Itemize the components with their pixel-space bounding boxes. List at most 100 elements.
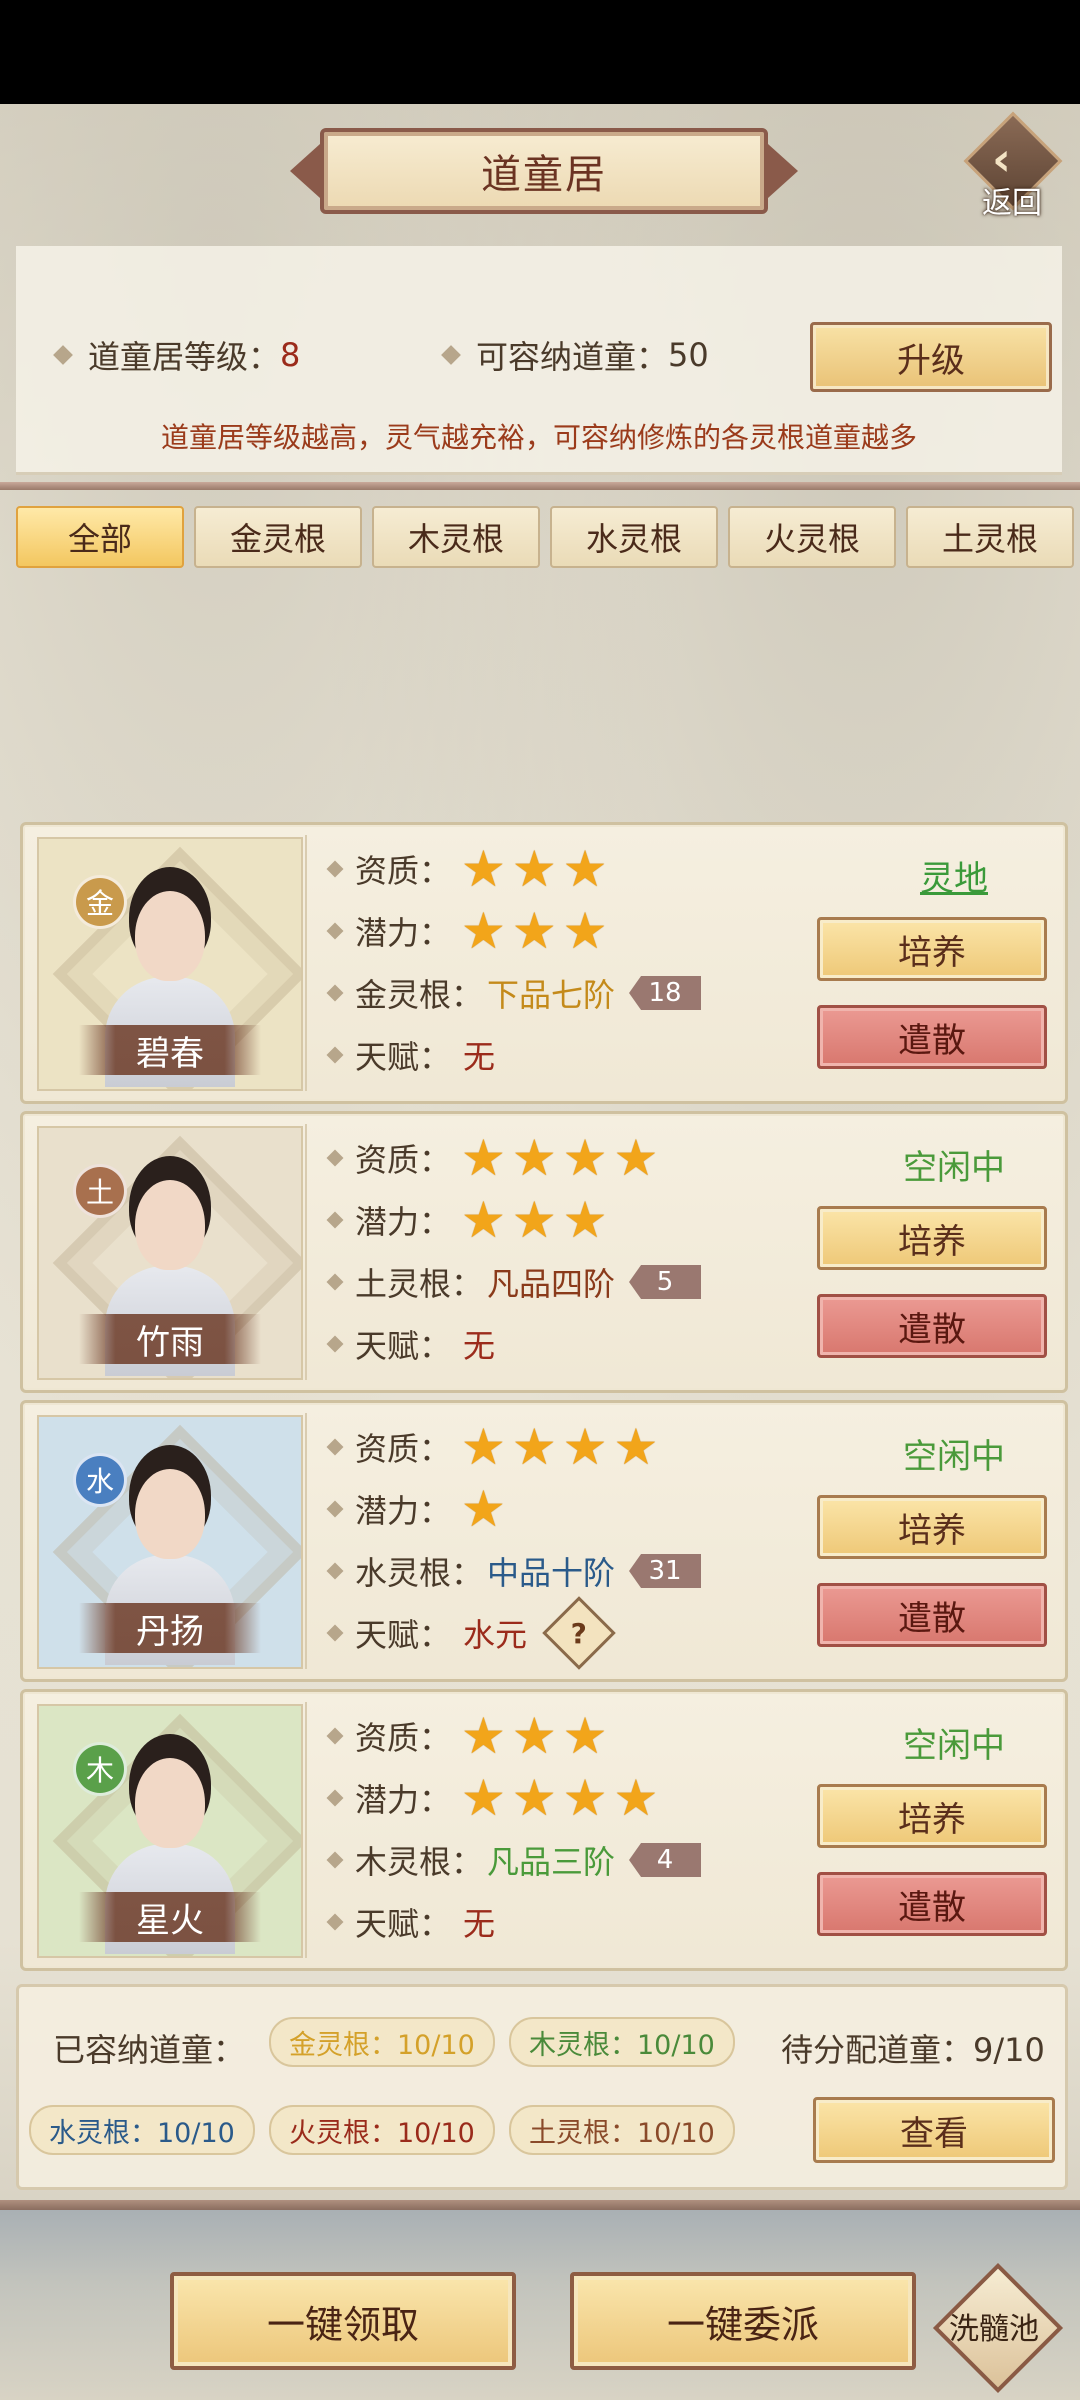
aptitude-row: 资质： ★ ★ ★ ★ <box>326 1418 659 1476</box>
figure-head <box>135 1469 205 1559</box>
star-icon: ★ <box>562 1191 608 1249</box>
tab-all[interactable]: 全部 <box>16 506 184 568</box>
star-icon: ★ <box>511 1769 557 1827</box>
root-row: 水灵根： 中品十阶 31 <box>326 1547 702 1595</box>
figure-head <box>135 891 205 981</box>
level-value: 8 <box>280 336 301 374</box>
star-icon: ★ <box>562 1769 608 1827</box>
diamond-bullet-icon <box>326 1438 344 1456</box>
divider <box>305 1702 307 1958</box>
aptitude-label: 资质： <box>355 852 452 890</box>
filter-tabs: 全部 金灵根 木灵根 水灵根 火灵根 土灵根 <box>16 506 1074 568</box>
upgrade-button[interactable]: 升级 <box>810 322 1052 392</box>
view-button[interactable]: 查看 <box>813 2097 1055 2163</box>
diamond-bullet-icon <box>326 1851 344 1869</box>
grade-tag: 4 <box>629 1843 702 1877</box>
disciple-portrait[interactable]: 土竹雨 <box>37 1126 303 1380</box>
diamond-bullet-icon <box>326 984 344 1002</box>
disciple-status[interactable]: 灵地 <box>839 851 1069 900</box>
diamond-bullet-icon <box>326 1789 344 1807</box>
disciple-card: 水丹扬 资质： ★ ★ ★ ★ 潜力： ★ 水灵根： 中品十阶 31 天赋： 水元? 空闲中 培养 遣散 <box>20 1400 1068 1682</box>
level-label: 道童居等级： <box>88 338 281 376</box>
element-badge: 木 <box>73 1742 127 1796</box>
figure-head <box>135 1180 205 1270</box>
back-button[interactable]: ‹ 返回 <box>962 111 1063 224</box>
talent-label: 天赋： <box>355 1616 452 1654</box>
talent-row: 天赋： 无 <box>326 1031 495 1079</box>
dismiss-button[interactable]: 遣散 <box>817 1583 1047 1647</box>
tab-metal[interactable]: 金灵根 <box>194 506 362 568</box>
aptitude-label: 资质： <box>355 1430 452 1468</box>
disciple-card: 木星火 资质： ★ ★ ★ 潜力： ★ ★ ★ ★ 木灵根： 凡品三阶 4 天赋：无空闲中 培养 遣散 <box>20 1689 1068 1971</box>
aptitude-row: 资质： ★ ★ ★ ★ <box>326 1129 658 1187</box>
tab-earth[interactable]: 土灵根 <box>906 506 1074 568</box>
train-button[interactable]: 培养 <box>817 1495 1047 1559</box>
star-icon: ★ <box>613 1418 659 1476</box>
aptitude-row: 资质： ★ ★ ★ <box>326 840 608 898</box>
star-icon: ★ <box>511 1418 557 1476</box>
potential-stars: ★ ★ ★ <box>461 1191 608 1249</box>
element-badge: 土 <box>73 1164 127 1218</box>
train-button[interactable]: 培养 <box>817 1206 1047 1270</box>
divider <box>305 1413 307 1669</box>
star-icon: ★ <box>461 1418 506 1476</box>
collect-all-button[interactable]: 一键领取 <box>170 2272 516 2370</box>
potential-stars: ★ ★ ★ <box>461 902 607 960</box>
root-label: 木灵根： <box>355 1843 484 1881</box>
star-icon: ★ <box>511 1129 557 1187</box>
info-tip: 道童居等级越高，灵气越充裕，可容纳修炼的各灵根道童越多 <box>160 421 917 454</box>
dismiss-button[interactable]: 遣散 <box>817 1872 1047 1936</box>
potential-stars: ★ <box>461 1480 506 1538</box>
potential-label: 潜力： <box>355 1203 452 1241</box>
star-icon: ★ <box>461 1480 506 1538</box>
diamond-bullet-icon <box>326 1273 344 1291</box>
talent-row: 天赋： 水元? <box>326 1596 616 1670</box>
tab-fire[interactable]: 火灵根 <box>728 506 896 568</box>
disciple-portrait[interactable]: 金碧春 <box>37 837 303 1091</box>
page-title: 道童居 <box>290 128 798 214</box>
diamond-bullet-icon <box>326 1624 344 1642</box>
disciple-name: 丹扬 <box>79 1603 261 1653</box>
diamond-bullet-icon <box>326 1046 344 1064</box>
aptitude-label: 资质： <box>355 1719 452 1757</box>
talent-label: 天赋： <box>355 1327 452 1365</box>
talent-row: 天赋： 无 <box>326 1898 496 1946</box>
disciple-status: 空闲中 <box>903 1437 1005 1477</box>
aptitude-stars: ★ ★ ★ <box>461 840 607 898</box>
divider <box>305 1124 307 1380</box>
star-icon: ★ <box>461 1707 506 1765</box>
earth-count-pill: 土灵根：10/10 <box>509 2105 735 2155</box>
star-icon: ★ <box>562 1707 608 1765</box>
talent-value: 无 <box>463 1327 496 1365</box>
star-icon: ★ <box>511 840 557 898</box>
dismiss-button[interactable]: 遣散 <box>817 1294 1047 1358</box>
talent-value: 水元 <box>463 1616 528 1654</box>
help-icon[interactable]: ? <box>542 1596 616 1670</box>
diamond-bullet-icon <box>326 1913 344 1931</box>
disciple-portrait[interactable]: 水丹扬 <box>37 1415 303 1669</box>
dispatch-all-button[interactable]: 一键委派 <box>570 2272 916 2370</box>
disciple-status: 空闲中 <box>903 1148 1005 1188</box>
pending-count: 待分配道童：9/10 <box>781 2031 1045 2069</box>
diamond-bullet-icon <box>326 1562 344 1580</box>
root-label: 水灵根： <box>355 1554 484 1592</box>
train-button[interactable]: 培养 <box>817 1784 1047 1848</box>
status-bar <box>0 0 1080 104</box>
aptitude-stars: ★ ★ ★ ★ <box>461 1418 659 1476</box>
potential-label: 潜力： <box>355 914 452 952</box>
divider <box>0 2200 1080 2210</box>
element-badge: 金 <box>73 875 127 929</box>
figure-head <box>135 1758 205 1848</box>
pool-button[interactable]: 洗髓池 <box>932 2262 1064 2394</box>
dismiss-button[interactable]: 遣散 <box>817 1005 1047 1069</box>
train-button[interactable]: 培养 <box>817 917 1047 981</box>
tab-wood[interactable]: 木灵根 <box>372 506 540 568</box>
divider <box>305 835 307 1091</box>
footer-background <box>0 2210 1080 2400</box>
star-icon: ★ <box>461 902 506 960</box>
disciple-portrait[interactable]: 木星火 <box>37 1704 303 1958</box>
talent-value: 无 <box>463 1905 496 1943</box>
tab-water[interactable]: 水灵根 <box>550 506 718 568</box>
summary-label: 已容纳道童： <box>53 2031 246 2069</box>
root-value: 凡品三阶 <box>487 1843 616 1881</box>
